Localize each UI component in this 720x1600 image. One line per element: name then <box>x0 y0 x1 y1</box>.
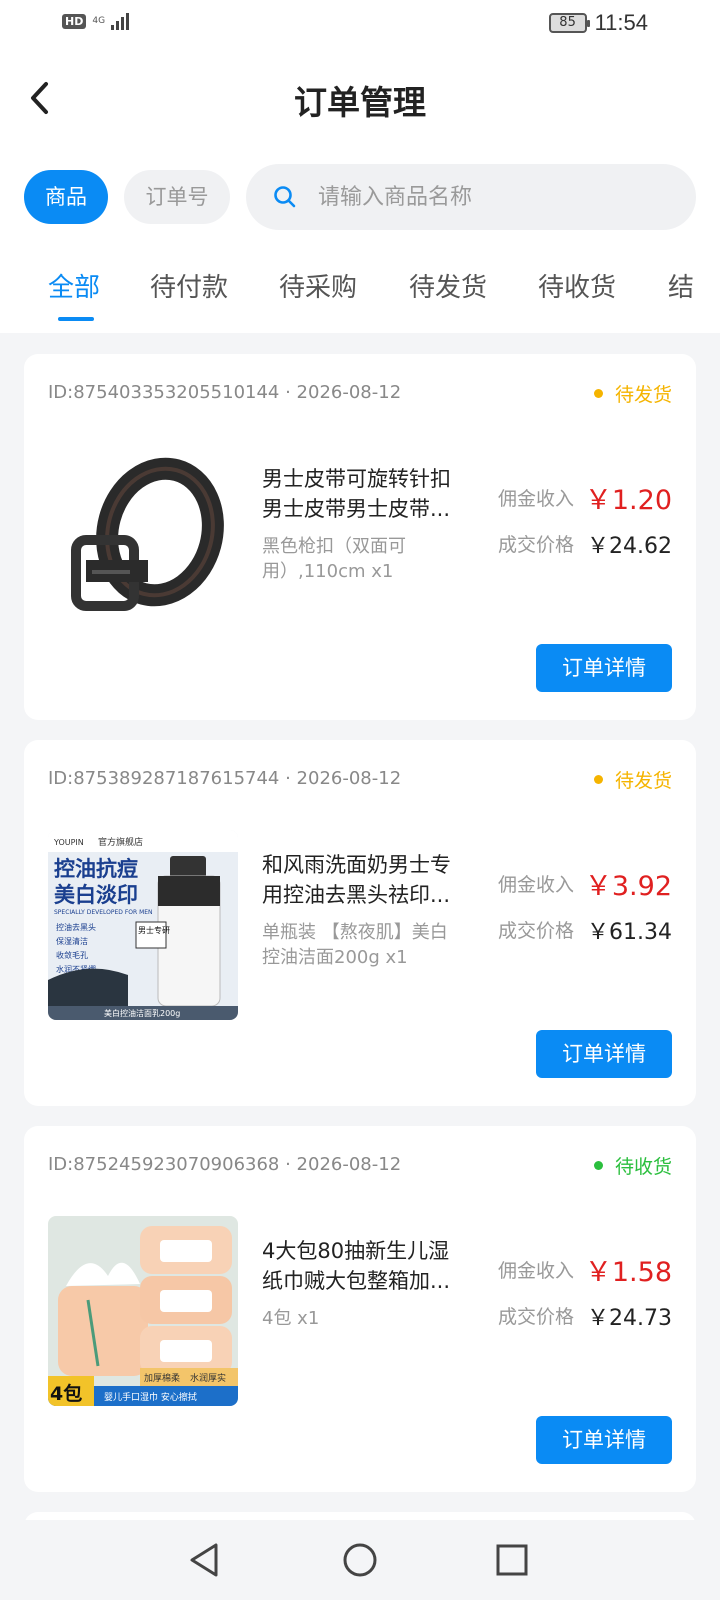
nav-home-icon[interactable] <box>340 1540 380 1580</box>
bottom-caption: 婴儿手口湿巾 安心擦拭 <box>104 1391 197 1403</box>
search-input[interactable] <box>318 176 668 218</box>
order-detail-button[interactable]: 订单详情 <box>536 1416 672 1464</box>
network-label: 4G <box>92 15 106 26</box>
clock: 11:54 <box>594 10 648 35</box>
battery-icon: 85 <box>548 13 590 33</box>
product-name-line-2: 纸巾贼大包整箱加... <box>262 1269 451 1293</box>
product-name: 男士皮带可旋转针扣 男士皮带男士皮带... <box>262 464 480 524</box>
product-spec: 4包 x1 <box>262 1308 320 1329</box>
order-status: 待收货 <box>593 1152 672 1179</box>
price-label: 成交价格 <box>498 920 575 942</box>
cleanser-image[interactable]: YOUPIN 官方旗舰店 控油抗痘 美白淡印 SPECIALLY DEVELOP… <box>48 830 238 1020</box>
tab-pending-receipt[interactable]: 待收货 <box>538 267 616 304</box>
hd-icon: HD <box>62 13 87 29</box>
price-value: ￥24.73 <box>587 1306 672 1331</box>
product-name-line-1: 和风雨洗面奶男士专 <box>262 853 451 877</box>
belt-image[interactable] <box>48 444 238 634</box>
order-id-date: ID:875245923070906368 · 2026-08-12 <box>48 1154 402 1175</box>
status-right: 85 11:54 <box>548 10 648 36</box>
commission-value: ￥3.92 <box>584 871 672 902</box>
active-tab-indicator <box>58 317 94 321</box>
tab-pending-shipment[interactable]: 待发货 <box>409 267 487 304</box>
header: 订单管理 <box>0 50 720 150</box>
status-bar: HD 4G 85 11:54 <box>0 0 720 50</box>
shop-label: 官方旗舰店 <box>98 836 143 848</box>
status-left: HD 4G <box>62 12 130 30</box>
search-type-order-number[interactable]: 订单号 <box>124 170 230 224</box>
order-card[interactable]: ID:875403353205510144 · 2026-08-12 待发货 男… <box>24 354 696 720</box>
product-name-line-1: 男士皮带可旋转针扣 <box>262 467 451 491</box>
wipes-illustration: 加厚棉柔 水润厚实 婴儿手口湿巾 安心擦拭 4包 <box>48 1216 238 1406</box>
commission-value: ￥1.58 <box>584 1257 672 1288</box>
order-detail-button[interactable]: 订单详情 <box>536 644 672 692</box>
tag-1: 加厚棉柔 <box>144 1372 180 1384</box>
bullet-1: 控油去黑头 <box>56 922 96 932</box>
status-dot-icon <box>593 389 603 398</box>
commission-value: ￥1.20 <box>584 485 672 516</box>
price-label: 成交价格 <box>498 1306 575 1328</box>
order-id-date: ID:875389287187615744 · 2026-08-12 <box>48 768 402 789</box>
product-name: 和风雨洗面奶男士专 用控油去黑头祛印... <box>262 850 480 910</box>
order-status: 待发货 <box>593 380 672 407</box>
pack-count: 4包 <box>50 1382 82 1405</box>
price-label: 成交价格 <box>498 534 575 556</box>
cleanser-illustration: YOUPIN 官方旗舰店 控油抗痘 美白淡印 SPECIALLY DEVELOP… <box>48 830 238 1020</box>
order-status-label: 待发货 <box>614 770 672 792</box>
search-type-goods[interactable]: 商品 <box>24 170 108 224</box>
status-dot-icon <box>593 775 603 784</box>
product-name-line-2: 男士皮带男士皮带... <box>262 497 451 521</box>
product-name: 4大包80抽新生儿湿 纸巾贼大包整箱加... <box>262 1236 480 1296</box>
product-spec: 黑色枪扣（双面可用）,110cm x1 <box>262 536 406 582</box>
headline-1: 控油抗痘 <box>54 857 138 881</box>
commission-label: 佣金收入 <box>498 488 575 510</box>
order-status-label: 待发货 <box>614 384 672 406</box>
bottom-caption: 美白控油洁面乳200g <box>104 1008 180 1018</box>
status-tabs: 全部 待付款 待采购 待发货 待收货 结 <box>0 245 720 333</box>
commission-label: 佣金收入 <box>498 874 575 896</box>
nav-recents-icon[interactable] <box>492 1540 532 1580</box>
order-detail-button[interactable]: 订单详情 <box>536 1030 672 1078</box>
price-value: ￥24.62 <box>587 534 672 559</box>
bullet-2: 保湿清洁 <box>56 936 88 946</box>
belt-illustration <box>48 444 238 634</box>
order-status: 待发货 <box>593 766 672 793</box>
product-name-line-1: 4大包80抽新生儿湿 <box>262 1239 450 1263</box>
order-id-date: ID:875403353205510144 · 2026-08-12 <box>48 382 402 403</box>
wipes-image[interactable]: 加厚棉柔 水润厚实 婴儿手口湿巾 安心擦拭 4包 <box>48 1216 238 1406</box>
search-icon <box>274 186 296 208</box>
price-value: ￥61.34 <box>587 920 672 945</box>
tag-2: 水润厚实 <box>190 1372 226 1384</box>
brand-logo: YOUPIN <box>53 838 84 847</box>
headline-2: 美白淡印 <box>54 883 138 907</box>
commission-label: 佣金收入 <box>498 1260 575 1282</box>
nav-back-icon[interactable] <box>186 1540 226 1580</box>
bullet-3: 收敛毛孔 <box>56 950 88 960</box>
tab-pending-payment[interactable]: 待付款 <box>150 267 228 304</box>
product-spec: 单瓶装 【熬夜肌】美白控油洁面200g x1 <box>262 922 448 968</box>
system-nav-bar <box>0 1520 720 1600</box>
product-name-line-2: 用控油去黑头祛印... <box>262 883 451 907</box>
search-box[interactable] <box>246 164 696 230</box>
headline-en: SPECIALLY DEVELOPED FOR MEN <box>54 909 153 916</box>
order-card[interactable]: ID:875389287187615744 · 2026-08-12 待发货 Y… <box>24 740 696 1106</box>
tab-all[interactable]: 全部 <box>48 267 100 304</box>
page-title: 订单管理 <box>294 83 426 122</box>
order-card[interactable]: ID:875245923070906368 · 2026-08-12 待收货 加… <box>24 1126 696 1492</box>
status-dot-icon <box>593 1161 603 1170</box>
search-row: 商品 订单号 <box>0 150 720 245</box>
signal-icon <box>111 12 130 30</box>
tab-pending-purchase[interactable]: 待采购 <box>279 267 357 304</box>
tab-completed[interactable]: 结 <box>668 267 694 304</box>
badge-text: 男士专研 <box>138 925 170 935</box>
order-status-label: 待收货 <box>614 1156 672 1178</box>
